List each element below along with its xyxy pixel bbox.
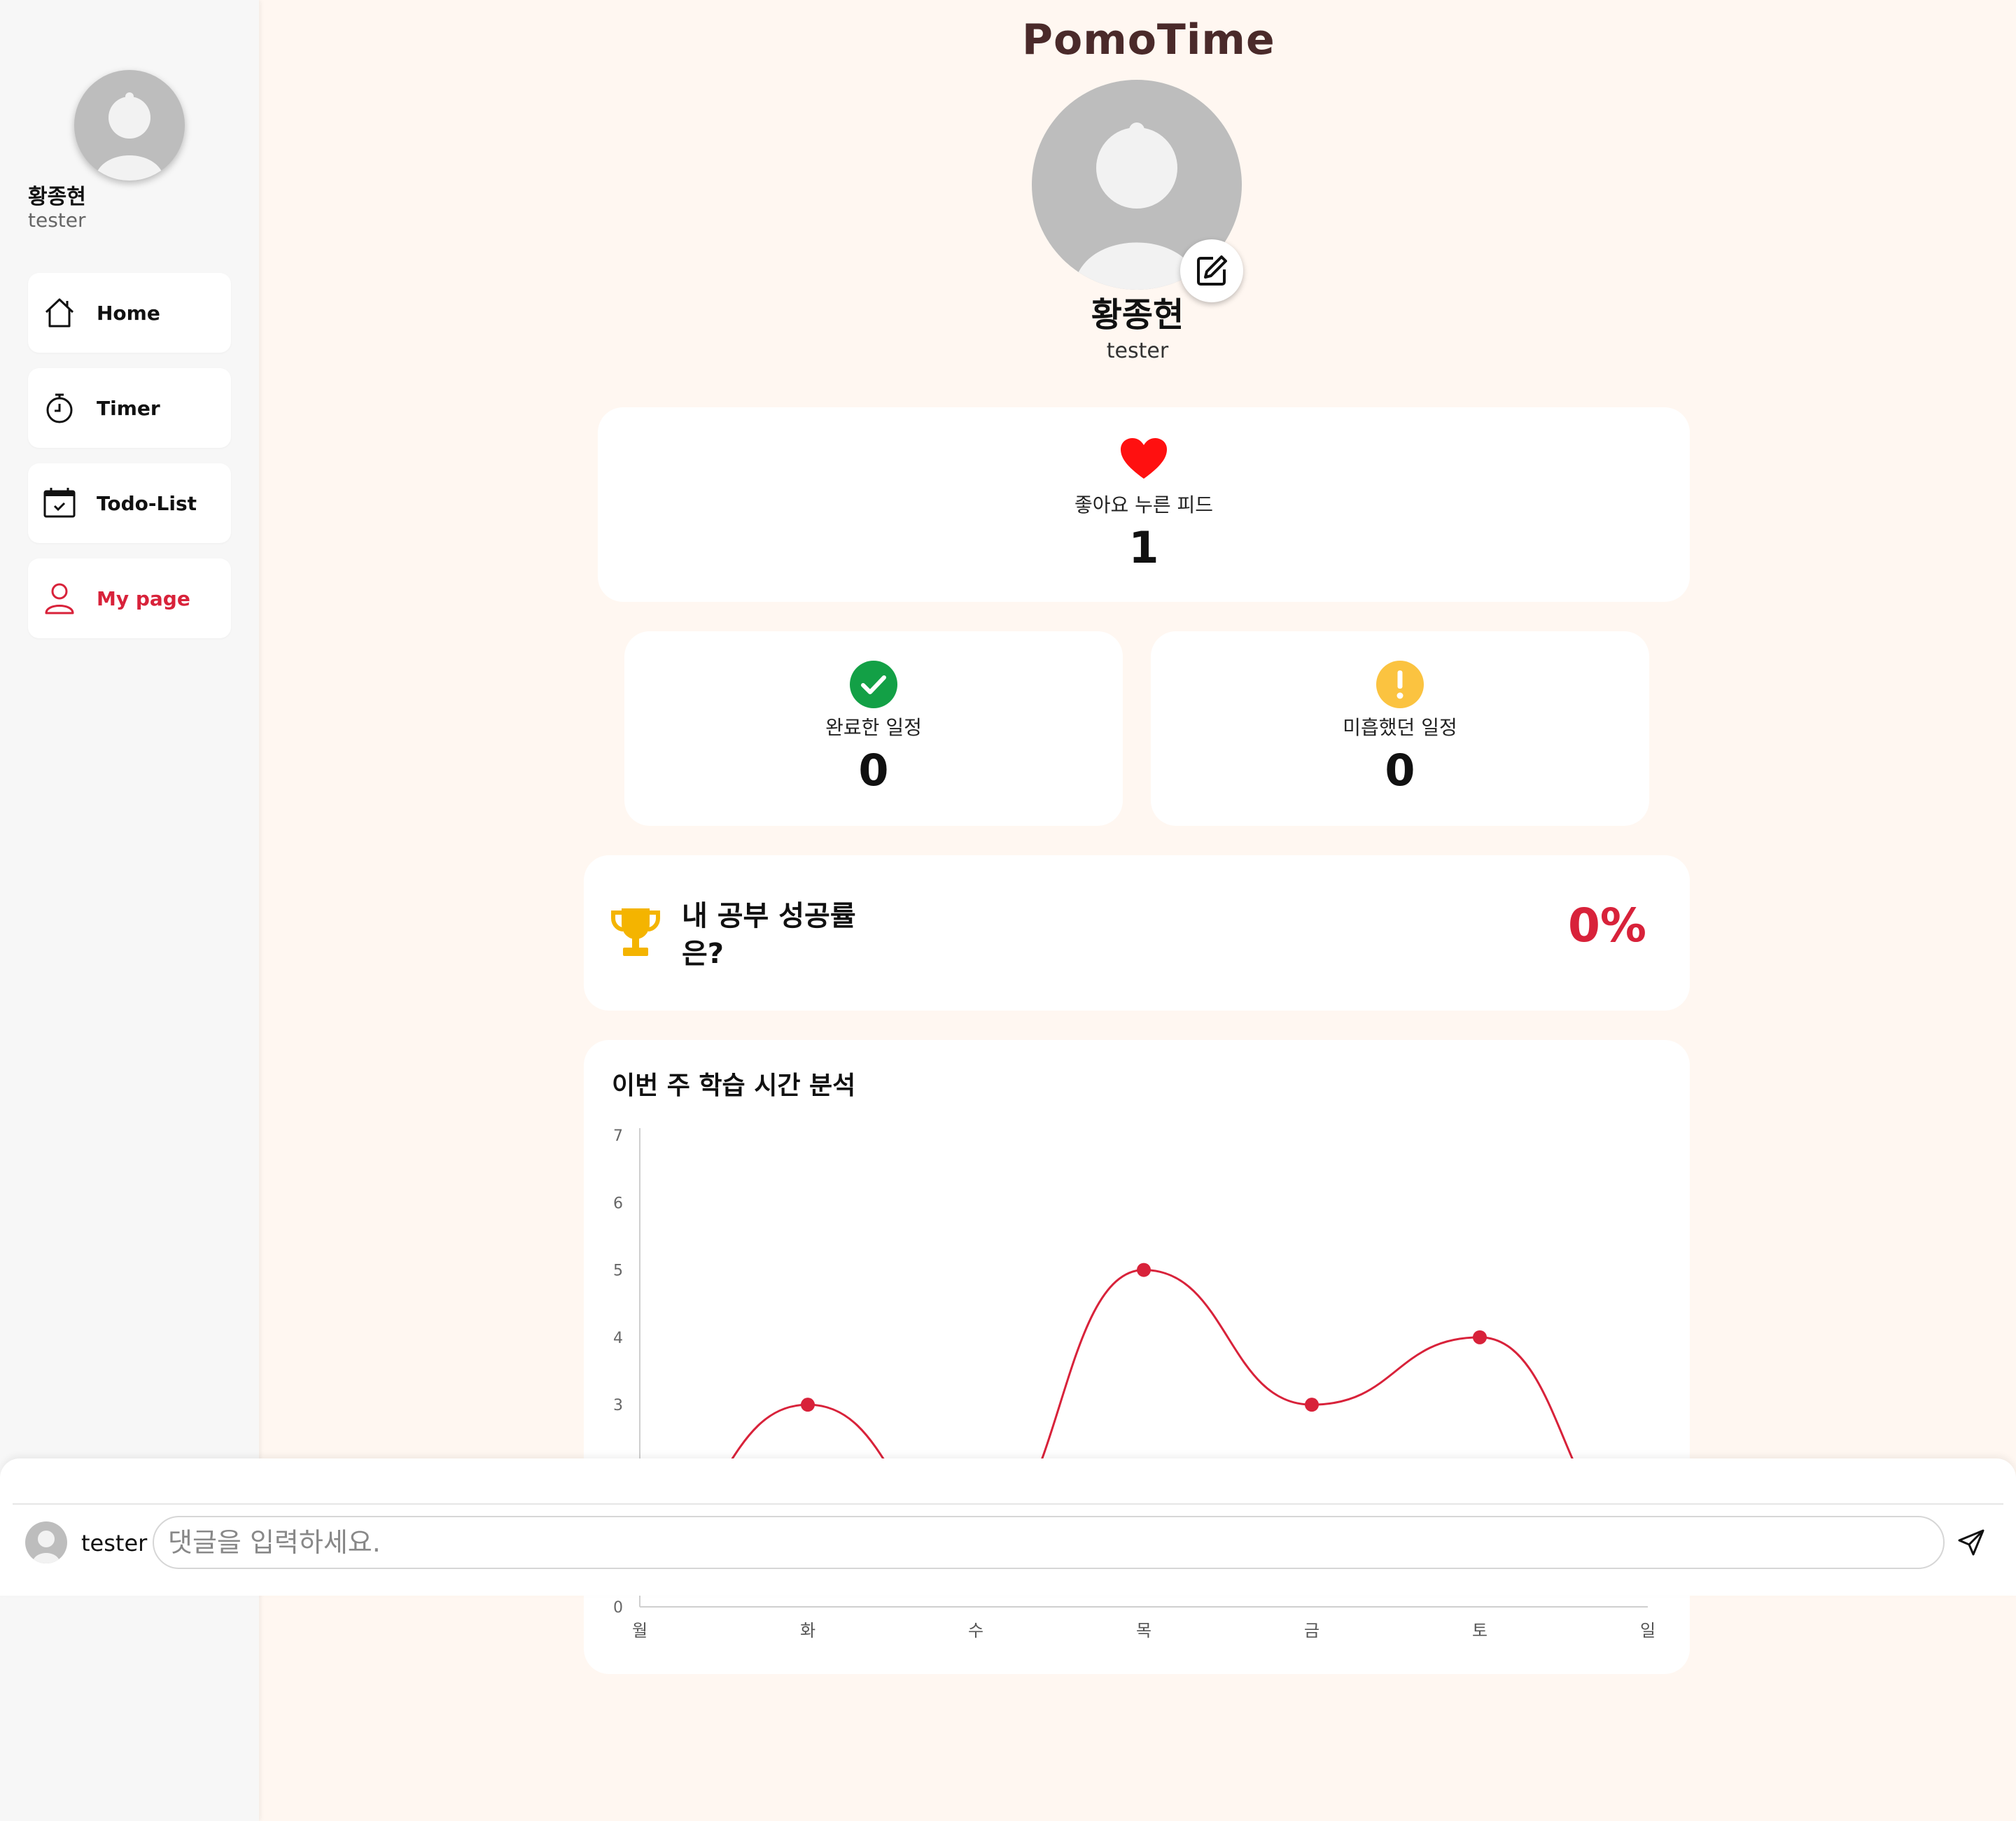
y-tick-label: 7 xyxy=(613,1127,623,1145)
missed-schedule-card: 미흡했던 일정 0 xyxy=(1151,631,1649,826)
sidebar-avatar[interactable] xyxy=(74,70,185,181)
nav-item-todo-list[interactable]: Todo-List xyxy=(28,463,231,543)
success-rate-question: 내 공부 성공률은? xyxy=(682,900,856,970)
check-circle-icon xyxy=(850,661,897,711)
avatar-placeholder-icon xyxy=(94,92,164,181)
x-tick-label: 월 xyxy=(632,1621,648,1640)
home-icon xyxy=(41,294,78,332)
sidebar-user-name: 황종현 xyxy=(28,185,86,209)
missed-schedule-count: 0 xyxy=(1385,745,1415,796)
comment-user-avatar xyxy=(25,1521,67,1563)
nav-item-timer[interactable]: Timer xyxy=(28,368,231,448)
nav-item-my-page[interactable]: My page xyxy=(28,558,231,638)
trophy-icon xyxy=(610,906,661,962)
nav-item-label: Todo-List xyxy=(97,491,197,515)
y-tick-label: 0 xyxy=(613,1599,623,1617)
x-tick-label: 일 xyxy=(1640,1621,1656,1640)
completed-schedule-count: 0 xyxy=(858,745,889,796)
nav-item-label: Timer xyxy=(97,396,160,420)
data-point xyxy=(1473,1330,1487,1344)
heart-icon xyxy=(1119,437,1168,483)
nav-item-label: Home xyxy=(97,301,160,325)
liked-feed-count: 1 xyxy=(1128,522,1159,573)
edit-icon xyxy=(1197,255,1227,286)
comment-user-name: tester xyxy=(81,1530,148,1556)
y-tick-label: 6 xyxy=(613,1195,623,1212)
x-tick-label: 금 xyxy=(1304,1621,1320,1640)
data-point xyxy=(801,1398,815,1412)
sidebar-user-id: tester xyxy=(28,209,86,232)
divider xyxy=(13,1503,2003,1505)
nav-item-home[interactable]: Home xyxy=(28,273,231,353)
avatar-placeholder-icon xyxy=(32,1531,60,1563)
profile-name: 황종현 xyxy=(1091,295,1184,335)
completed-schedule-label: 완료한 일정 xyxy=(825,716,922,739)
success-rate-value: 0% xyxy=(1567,899,1646,952)
calendar-check-icon xyxy=(41,484,78,522)
x-tick-label: 수 xyxy=(968,1621,983,1640)
liked-feed-card: 좋아요 누른 피드 1 xyxy=(598,407,1690,602)
missed-schedule-label: 미흡했던 일정 xyxy=(1343,716,1457,739)
user-icon xyxy=(41,579,78,617)
profile-id: tester xyxy=(1106,339,1169,363)
x-tick-label: 목 xyxy=(1136,1621,1152,1640)
x-tick-label: 토 xyxy=(1472,1621,1488,1640)
completed-schedule-card: 완료한 일정 0 xyxy=(624,631,1123,826)
success-rate-card: 내 공부 성공률은? 0% xyxy=(584,855,1690,1011)
timer-icon xyxy=(41,389,78,427)
send-icon xyxy=(1958,1529,1984,1556)
exclamation-circle-icon xyxy=(1376,661,1424,711)
y-tick-label: 5 xyxy=(613,1263,623,1280)
data-point xyxy=(1305,1398,1319,1412)
liked-feed-label: 좋아요 누른 피드 xyxy=(1074,493,1214,516)
x-tick-label: 화 xyxy=(800,1621,816,1640)
y-tick-label: 3 xyxy=(613,1397,623,1414)
nav-item-label: My page xyxy=(97,586,190,610)
data-point xyxy=(1137,1263,1151,1277)
y-tick-label: 4 xyxy=(613,1330,623,1347)
comment-input[interactable] xyxy=(153,1516,1945,1569)
comment-bar: tester xyxy=(0,1458,2016,1596)
send-button[interactable] xyxy=(1954,1526,1988,1559)
app-logo: PomoTime xyxy=(1022,15,1275,64)
